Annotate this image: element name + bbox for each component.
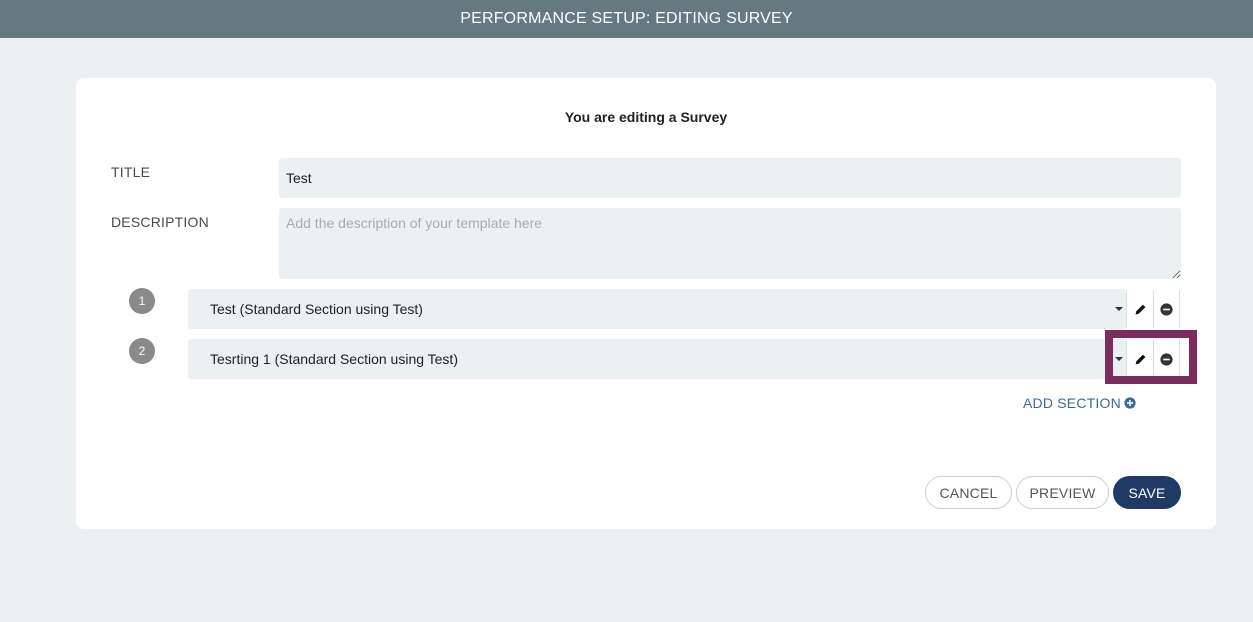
card-heading: You are editing a Survey [564,109,728,125]
header-bar: PERFORMANCE SETUP: EDITING SURVEY [0,0,1253,38]
section-select-label: Tesrting 1 (Standard Section using Test) [210,351,458,367]
pencil-icon [1135,304,1145,314]
plus-circle-icon [1124,397,1136,409]
section-number-badge: 1 [129,288,155,314]
edit-section-button-1[interactable] [1126,290,1153,328]
section-select-label: Test (Standard Section using Test) [210,301,423,317]
description-input[interactable] [279,208,1181,279]
cancel-button[interactable]: CANCEL [925,476,1012,509]
survey-editor-card: You are editing a Survey TITLE DESCRIPTI… [76,78,1216,529]
pencil-icon [1135,354,1145,364]
caret-down-icon[interactable] [1113,289,1125,329]
caret-down-icon[interactable] [1113,339,1125,379]
section-select-1[interactable]: Test (Standard Section using Test) [188,289,1126,329]
add-section-button[interactable]: ADD SECTION [1023,395,1136,411]
save-button[interactable]: SAVE [1113,476,1181,509]
edit-section-button-2[interactable] [1126,340,1153,378]
section-select-2[interactable]: Tesrting 1 (Standard Section using Test) [188,339,1126,379]
description-label: DESCRIPTION [111,214,209,230]
remove-section-button-2[interactable] [1153,340,1180,378]
page-title: PERFORMANCE SETUP: EDITING SURVEY [460,10,793,27]
minus-circle-icon [1160,352,1173,366]
preview-button[interactable]: PREVIEW [1016,476,1109,509]
title-input[interactable] [279,158,1181,198]
add-section-label: ADD SECTION [1023,395,1121,411]
remove-section-button-1[interactable] [1153,290,1180,328]
minus-circle-icon [1160,302,1173,316]
section-number-badge: 2 [129,338,155,364]
title-label: TITLE [111,164,151,180]
